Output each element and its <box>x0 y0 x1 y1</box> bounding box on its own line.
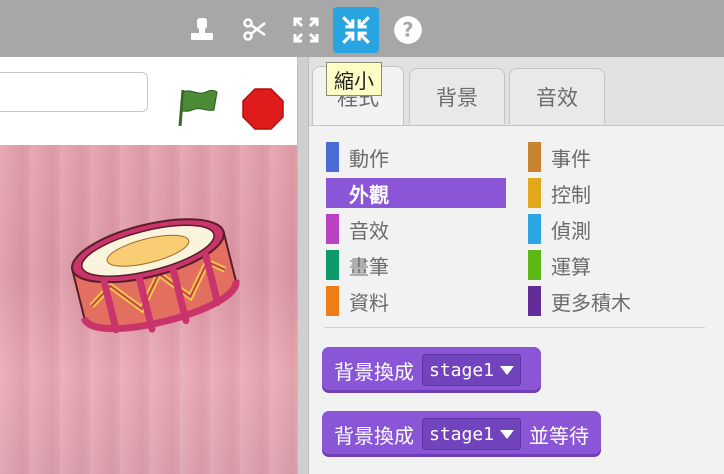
green-flag-icon[interactable] <box>176 84 220 128</box>
switch-backdrop-and-wait-block[interactable]: 背景換成 stage1 並等待 <box>322 411 602 457</box>
color-swatch <box>528 286 541 316</box>
backdrop-dropdown[interactable]: stage1 <box>422 354 522 386</box>
category-data[interactable]: 資料 <box>326 286 506 316</box>
category-motion[interactable]: 動作 <box>326 142 506 172</box>
backdrop-dropdown[interactable]: stage1 <box>422 418 522 450</box>
category-label: 偵測 <box>551 218 591 243</box>
color-swatch <box>528 178 541 208</box>
category-label: 動作 <box>349 146 389 171</box>
stage[interactable] <box>0 145 297 474</box>
help-icon: ? <box>394 16 422 44</box>
expand-icon <box>293 17 319 43</box>
tooltip: 縮小 <box>326 62 382 96</box>
dropdown-value: stage1 <box>429 359 495 381</box>
tab-backdrops[interactable]: 背景 <box>409 68 505 124</box>
switch-backdrop-block[interactable]: 背景換成 stage1 <box>322 347 542 393</box>
dropdown-value: stage1 <box>429 423 495 445</box>
category-sound[interactable]: 音效 <box>326 214 506 244</box>
color-swatch <box>326 142 339 172</box>
tab-label: 音效 <box>536 85 578 110</box>
stop-sign-icon[interactable] <box>240 86 286 132</box>
category-more-blocks[interactable]: 更多積木 <box>528 286 708 316</box>
color-swatch <box>528 214 541 244</box>
category-label: 運算 <box>551 254 591 279</box>
block-label: 背景換成 <box>334 423 414 448</box>
panel-divider[interactable] <box>297 57 309 474</box>
category-label: 控制 <box>551 182 591 207</box>
category-looks[interactable]: 外觀 <box>326 178 506 208</box>
color-swatch <box>326 250 339 280</box>
duplicate-tool[interactable] <box>180 8 224 52</box>
category-control[interactable]: 控制 <box>528 178 708 208</box>
color-swatch <box>326 286 339 316</box>
palette-separator <box>325 327 705 328</box>
sprite-name-input[interactable] <box>0 72 148 112</box>
category-label: 資料 <box>349 290 389 315</box>
category-pen[interactable]: 畫筆 <box>326 250 506 280</box>
category-label: 外觀 <box>349 182 389 207</box>
grow-tool[interactable] <box>284 8 328 52</box>
block-suffix: 並等待 <box>529 423 590 448</box>
category-sensing[interactable]: 偵測 <box>528 214 708 244</box>
stamp-icon <box>191 18 213 40</box>
drum-sprite[interactable] <box>64 195 244 355</box>
category-label: 音效 <box>349 218 389 243</box>
svg-text:?: ? <box>402 18 413 41</box>
dropdown-arrow-icon <box>500 365 515 375</box>
shrink-icon <box>342 16 370 44</box>
shrink-tool[interactable] <box>333 7 379 53</box>
help-tool[interactable]: ? <box>386 8 430 52</box>
category-events[interactable]: 事件 <box>528 142 708 172</box>
category-label: 畫筆 <box>349 254 389 279</box>
color-swatch <box>528 250 541 280</box>
block-label: 背景換成 <box>334 359 414 384</box>
tab-sounds[interactable]: 音效 <box>509 68 605 124</box>
color-swatch <box>326 214 339 244</box>
cut-tool[interactable] <box>232 8 276 52</box>
scissors-icon <box>243 18 266 41</box>
category-operators[interactable]: 運算 <box>528 250 708 280</box>
tab-label: 背景 <box>436 85 478 110</box>
color-swatch <box>528 142 541 172</box>
category-label: 事件 <box>551 146 591 171</box>
color-swatch <box>326 178 339 208</box>
dropdown-arrow-icon <box>500 429 515 439</box>
category-label: 更多積木 <box>551 290 631 315</box>
